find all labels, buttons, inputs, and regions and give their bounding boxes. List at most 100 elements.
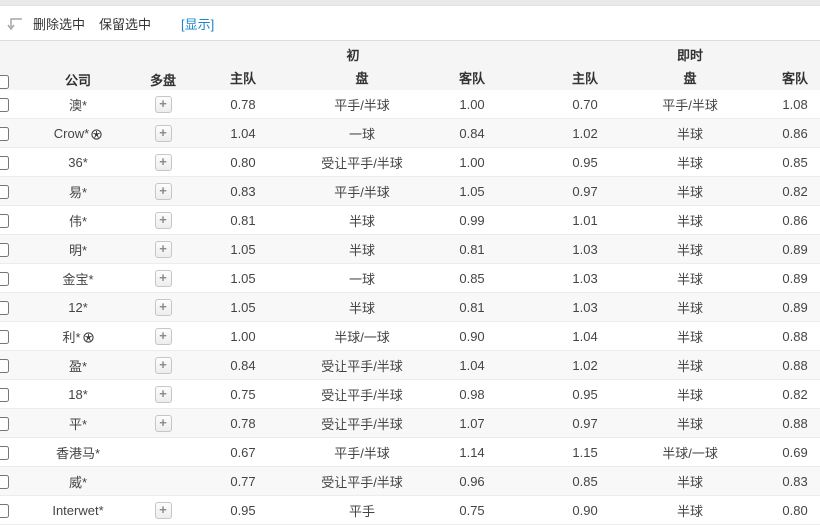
expand-button[interactable]: + [154, 501, 172, 519]
init-handicap: 平手/半球 [293, 437, 431, 467]
init-home-odds: 0.75 [193, 379, 293, 409]
init-handicap: 受让平手/半球 [293, 408, 431, 438]
expand-button[interactable]: + [154, 298, 172, 316]
init-away-odds: 0.90 [431, 321, 514, 351]
multi-cell: + [133, 321, 193, 351]
multi-cell: + [133, 495, 193, 525]
company-cell: 金宝* [23, 263, 133, 293]
live-home-odds: 1.02 [513, 118, 658, 148]
expand-button[interactable]: + [154, 211, 172, 229]
expand-button[interactable]: + [154, 124, 172, 142]
live-handicap: 平手/半球 [657, 90, 724, 119]
row-checkbox[interactable] [0, 445, 9, 460]
company-cell: 12* [23, 292, 133, 322]
live-away-odds: 0.83 [723, 466, 820, 496]
expand-button[interactable]: + [154, 182, 172, 200]
row-checkbox[interactable] [0, 213, 9, 228]
select-all-checkbox[interactable] [0, 75, 9, 89]
expand-button[interactable]: + [154, 356, 172, 374]
table-row: 平* + 0.78 受让平手/半球 1.07 0.97 半球 0.88 [0, 408, 820, 438]
row-checkbox[interactable] [0, 126, 9, 141]
multi-cell: + [133, 263, 193, 293]
row-checkbox[interactable] [0, 271, 9, 286]
company-cell: 平* [23, 408, 133, 438]
init-home-odds: 0.78 [193, 408, 293, 438]
init-handicap: 受让平手/半球 [293, 147, 431, 177]
live-home-odds: 1.03 [513, 292, 658, 322]
delete-selected-button[interactable]: 删除选中 [33, 14, 85, 33]
row-checkbox[interactable] [0, 358, 9, 373]
column-header-company: 公司 [23, 41, 133, 90]
row-checkbox[interactable] [0, 474, 9, 489]
live-handicap: 半球/一球 [657, 437, 724, 467]
init-home-odds: 1.05 [193, 234, 293, 264]
live-home-odds: 0.95 [513, 147, 658, 177]
column-header-multi: 多盘 [133, 41, 193, 90]
company-label: 利* [62, 329, 81, 345]
init-away-odds: 1.04 [431, 350, 514, 380]
row-select-cell [0, 176, 23, 206]
init-away-odds: 0.81 [431, 234, 514, 264]
expand-button[interactable]: + [154, 269, 172, 287]
live-home-odds: 1.01 [513, 205, 658, 235]
init-away-odds: 1.05 [431, 176, 514, 206]
init-away-odds: 0.84 [431, 118, 514, 148]
live-away-odds: 0.86 [723, 118, 820, 148]
table-row: 18* + 0.75 受让平手/半球 0.98 0.95 半球 0.82 [0, 379, 820, 409]
init-away-odds: 1.00 [431, 147, 514, 177]
init-handicap: 一球 [293, 118, 431, 148]
init-handicap: 平手/半球 [293, 90, 431, 119]
row-checkbox[interactable] [0, 416, 9, 431]
company-label: Interwet* [52, 502, 104, 518]
table-row: 12* + 1.05 半球 0.81 1.03 半球 0.89 [0, 292, 820, 322]
table-row: Interwet* + 0.95 平手 0.75 0.90 半球 0.80 [0, 495, 820, 525]
row-checkbox[interactable] [0, 300, 9, 315]
init-handicap: 受让平手/半球 [293, 466, 431, 496]
column-header-live-home: 主队 [513, 65, 658, 90]
company-label: 伟* [68, 213, 88, 229]
init-home-odds: 1.04 [193, 118, 293, 148]
keep-selected-button[interactable]: 保留选中 [99, 14, 151, 33]
multi-cell: + [133, 234, 193, 264]
init-home-odds: 0.83 [193, 176, 293, 206]
soccer-ball-icon [82, 331, 94, 343]
company-cell: 36* [23, 147, 133, 177]
live-handicap: 半球 [657, 147, 724, 177]
init-away-odds: 1.00 [431, 90, 514, 119]
company-cell: Crow* [23, 118, 133, 148]
row-checkbox[interactable] [0, 387, 9, 402]
multi-cell: + [133, 205, 193, 235]
expand-button[interactable]: + [154, 414, 172, 432]
init-handicap: 一球 [293, 263, 431, 293]
expand-button[interactable]: + [154, 95, 172, 113]
multi-cell: + [133, 350, 193, 380]
row-checkbox[interactable] [0, 242, 9, 257]
column-header-init-handicap: 盘 [293, 65, 431, 90]
table-row: 澳* + 0.78 平手/半球 1.00 0.70 平手/半球 1.08 [0, 90, 820, 119]
expand-button[interactable]: + [154, 153, 172, 171]
row-checkbox[interactable] [0, 97, 9, 112]
group-header-live: 即时 [513, 41, 820, 65]
expand-button[interactable]: + [154, 240, 172, 258]
table-row: 盈* + 0.84 受让平手/半球 1.04 1.02 半球 0.88 [0, 350, 820, 380]
row-checkbox[interactable] [0, 155, 9, 170]
init-away-odds: 0.99 [431, 205, 514, 235]
select-all-cell [0, 41, 23, 90]
column-header-init-home: 主队 [193, 65, 293, 90]
table-row: 金宝* + 1.05 一球 0.85 1.03 半球 0.89 [0, 263, 820, 293]
company-cell: 利* [23, 321, 133, 351]
multi-cell: + [133, 379, 193, 409]
expand-button[interactable]: + [154, 327, 172, 345]
init-handicap: 半球 [293, 205, 431, 235]
live-handicap: 半球 [657, 176, 724, 206]
expand-button[interactable]: + [154, 385, 172, 403]
live-home-odds: 0.97 [513, 176, 658, 206]
row-checkbox[interactable] [0, 329, 9, 344]
show-link[interactable]: [显示] [181, 14, 214, 33]
row-select-cell [0, 205, 23, 235]
row-select-cell [0, 437, 23, 467]
live-away-odds: 0.82 [723, 379, 820, 409]
table-row: 利* + 1.00 半球/一球 0.90 1.04 半球 0.88 [0, 321, 820, 351]
row-checkbox[interactable] [0, 503, 9, 518]
row-checkbox[interactable] [0, 184, 9, 199]
